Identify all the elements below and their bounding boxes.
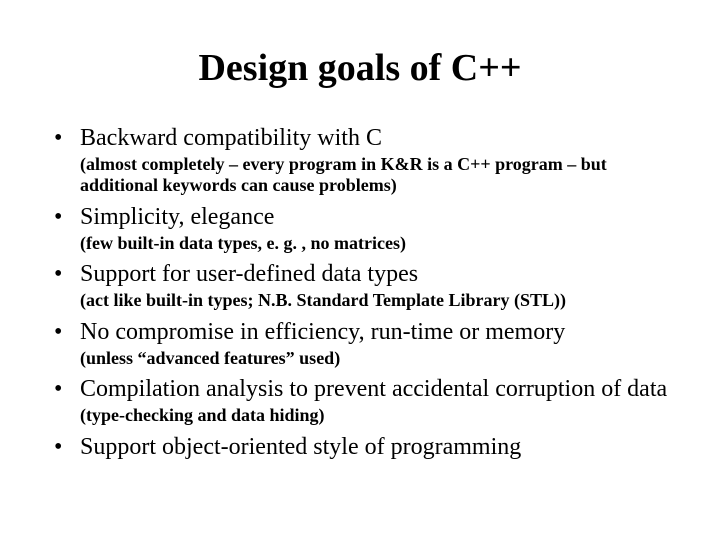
bullet-subtext: (type-checking and data hiding) (80, 405, 672, 427)
bullet-point: Compilation analysis to prevent accident… (80, 375, 672, 404)
list-item: Support object-oriented style of program… (48, 433, 672, 462)
slide-title: Design goals of C++ (48, 46, 672, 90)
bullet-point: No compromise in efficiency, run-time or… (80, 318, 672, 347)
bullet-subtext: (almost completely – every program in K&… (80, 154, 672, 197)
bullet-point: Support for user-defined data types (80, 260, 672, 289)
bullet-point: Simplicity, elegance (80, 203, 672, 232)
list-item: Compilation analysis to prevent accident… (48, 375, 672, 426)
bullet-point: Support object-oriented style of program… (80, 433, 672, 462)
slide: Design goals of C++ Backward compatibili… (0, 0, 720, 540)
list-item: Support for user-defined data types (act… (48, 260, 672, 311)
bullet-subtext: (act like built-in types; N.B. Standard … (80, 290, 672, 312)
bullet-subtext: (few built-in data types, e. g. , no mat… (80, 233, 672, 255)
list-item: No compromise in efficiency, run-time or… (48, 318, 672, 369)
bullet-point: Backward compatibility with C (80, 124, 672, 153)
bullet-subtext: (unless “advanced features” used) (80, 348, 672, 370)
bullet-list: Backward compatibility with C (almost co… (48, 124, 672, 461)
list-item: Simplicity, elegance (few built-in data … (48, 203, 672, 254)
list-item: Backward compatibility with C (almost co… (48, 124, 672, 197)
